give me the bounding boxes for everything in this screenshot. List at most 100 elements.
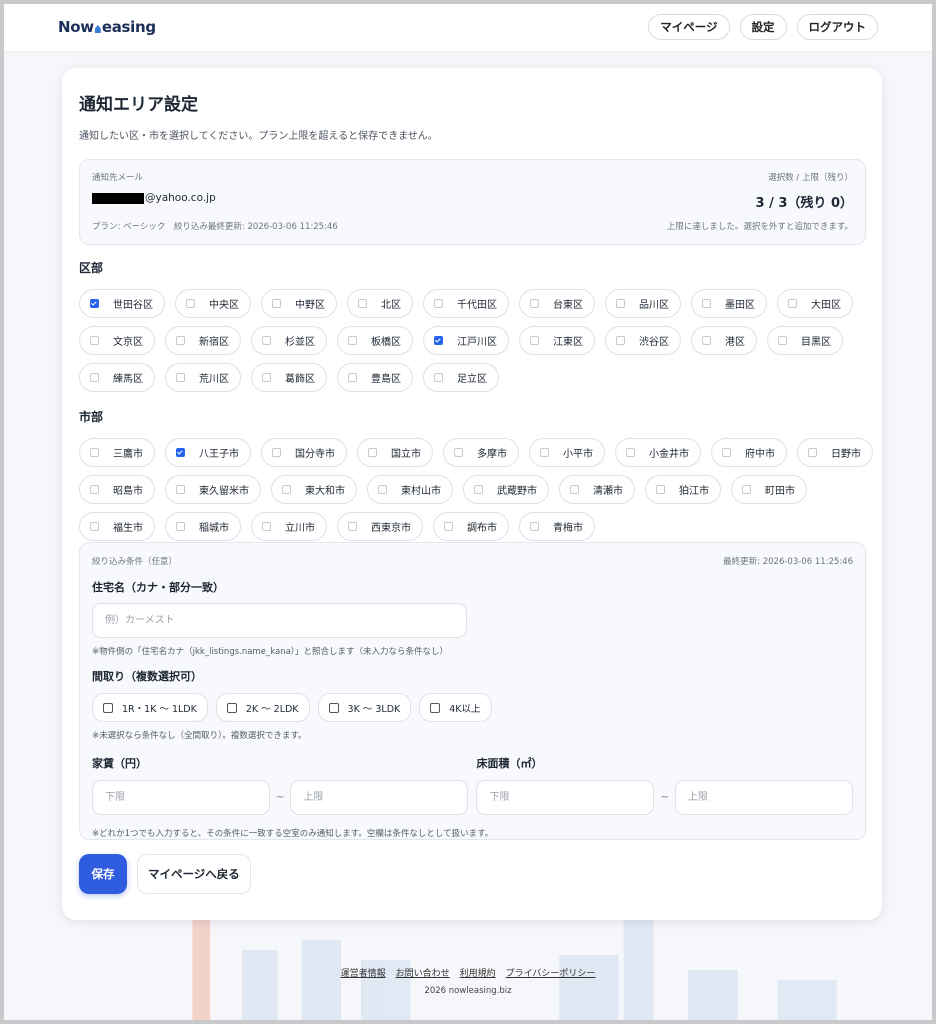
ward-chip[interactable]: 品川区 [605,289,681,318]
city-chip[interactable]: 日野市 [797,438,873,467]
area-max-input[interactable]: 上限 [674,780,853,815]
name-kana-input[interactable]: 例）カーメスト [92,603,467,638]
ward-chip[interactable]: 台東区 [519,289,595,318]
rent-max-input[interactable]: 上限 [290,780,469,815]
rent-min-input[interactable]: 下限 [92,780,270,815]
ward-chip[interactable]: 杉並区 [251,326,327,355]
checkbox-icon[interactable] [530,299,539,308]
city-chip[interactable]: 立川市 [251,512,327,541]
checkbox-icon[interactable] [226,702,237,713]
area-min-input[interactable]: 下限 [476,780,655,815]
checkbox-icon[interactable] [328,702,339,713]
checkbox-icon[interactable] [434,336,443,345]
ward-chip[interactable]: 墨田区 [691,289,767,318]
city-chip[interactable]: 狛江市 [645,475,721,504]
city-chip[interactable]: 東村山市 [367,475,453,504]
city-chip[interactable]: 町田市 [731,475,807,504]
city-chip[interactable]: 多摩市 [443,438,519,467]
ward-chip[interactable]: 足立区 [423,363,499,392]
ward-chip[interactable]: 板橋区 [337,326,413,355]
checkbox-icon[interactable] [434,299,443,308]
footer-link[interactable]: お問い合わせ [396,966,450,979]
logout-button[interactable]: ログアウト [796,14,878,40]
checkbox-icon[interactable] [530,522,539,531]
checkbox-icon[interactable] [186,299,195,308]
ward-chip[interactable]: 中野区 [261,289,337,318]
checkbox-icon[interactable] [90,448,99,457]
save-button[interactable]: 保存 [79,854,127,894]
city-chip[interactable]: 東久留米市 [165,475,261,504]
checkbox-icon[interactable] [90,299,99,308]
ward-chip[interactable]: 荒川区 [165,363,241,392]
back-to-mypage-button[interactable]: マイページへ戻る [137,854,251,894]
checkbox-icon[interactable] [434,373,443,382]
city-chip[interactable]: 国立市 [357,438,433,467]
checkbox-icon[interactable] [474,485,483,494]
checkbox-icon[interactable] [176,522,185,531]
layout-chip[interactable]: 1R・1K ～ 1LDK [92,693,208,722]
checkbox-icon[interactable] [444,522,453,531]
ward-chip[interactable]: 江東区 [519,326,595,355]
city-chip[interactable]: 西東京市 [337,512,423,541]
checkbox-icon[interactable] [722,448,731,457]
layout-chip[interactable]: 4K以上 [419,693,492,722]
ward-chip[interactable]: 新宿区 [165,326,241,355]
ward-chip[interactable]: 豊島区 [337,363,413,392]
footer-link[interactable]: 運営者情報 [341,966,386,979]
checkbox-icon[interactable] [808,448,817,457]
checkbox-icon[interactable] [742,485,751,494]
checkbox-icon[interactable] [348,336,357,345]
checkbox-icon[interactable] [570,485,579,494]
checkbox-icon[interactable] [282,485,291,494]
checkbox-icon[interactable] [90,373,99,382]
ward-chip[interactable]: 江戸川区 [423,326,509,355]
checkbox-icon[interactable] [262,522,271,531]
city-chip[interactable]: 小平市 [529,438,605,467]
city-chip[interactable]: 稲城市 [165,512,241,541]
logo[interactable]: NowLeasing [58,18,156,36]
mypage-button[interactable]: マイページ [648,14,730,40]
city-chip[interactable]: 調布市 [433,512,509,541]
footer-link[interactable]: 利用規約 [460,966,496,979]
ward-chip[interactable]: 世田谷区 [79,289,165,318]
checkbox-icon[interactable] [272,299,281,308]
city-chip[interactable]: 八王子市 [165,438,251,467]
ward-chip[interactable]: 千代田区 [423,289,509,318]
city-chip[interactable]: 青梅市 [519,512,595,541]
checkbox-icon[interactable] [378,485,387,494]
checkbox-icon[interactable] [540,448,549,457]
footer-link[interactable]: プライバシーポリシー [506,966,596,979]
ward-chip[interactable]: 文京区 [79,326,155,355]
layout-chip[interactable]: 3K ～ 3LDK [317,693,412,722]
checkbox-icon[interactable] [616,336,625,345]
checkbox-icon[interactable] [778,336,787,345]
checkbox-icon[interactable] [430,702,441,713]
checkbox-icon[interactable] [348,373,357,382]
checkbox-icon[interactable] [272,448,281,457]
checkbox-icon[interactable] [656,485,665,494]
checkbox-icon[interactable] [90,336,99,345]
checkbox-icon[interactable] [788,299,797,308]
checkbox-icon[interactable] [103,702,113,713]
checkbox-icon[interactable] [176,336,185,345]
checkbox-icon[interactable] [454,448,463,457]
ward-chip[interactable]: 練馬区 [79,363,155,392]
checkbox-icon[interactable] [616,299,625,308]
checkbox-icon[interactable] [348,522,357,531]
city-chip[interactable]: 国分寺市 [261,438,347,467]
checkbox-icon[interactable] [176,448,185,457]
ward-chip[interactable]: 目黒区 [767,326,843,355]
checkbox-icon[interactable] [262,336,271,345]
city-chip[interactable]: 福生市 [79,512,155,541]
city-chip[interactable]: 武蔵野市 [463,475,549,504]
city-chip[interactable]: 清瀬市 [559,475,635,504]
ward-chip[interactable]: 葛飾区 [251,363,327,392]
layout-chip[interactable]: 2K ～ 2LDK [215,693,310,722]
settings-button[interactable]: 設定 [739,14,787,40]
checkbox-icon[interactable] [530,336,539,345]
checkbox-icon[interactable] [358,299,367,308]
checkbox-icon[interactable] [176,373,185,382]
city-chip[interactable]: 昭島市 [79,475,155,504]
city-chip[interactable]: 小金井市 [615,438,701,467]
ward-chip[interactable]: 北区 [347,289,413,318]
